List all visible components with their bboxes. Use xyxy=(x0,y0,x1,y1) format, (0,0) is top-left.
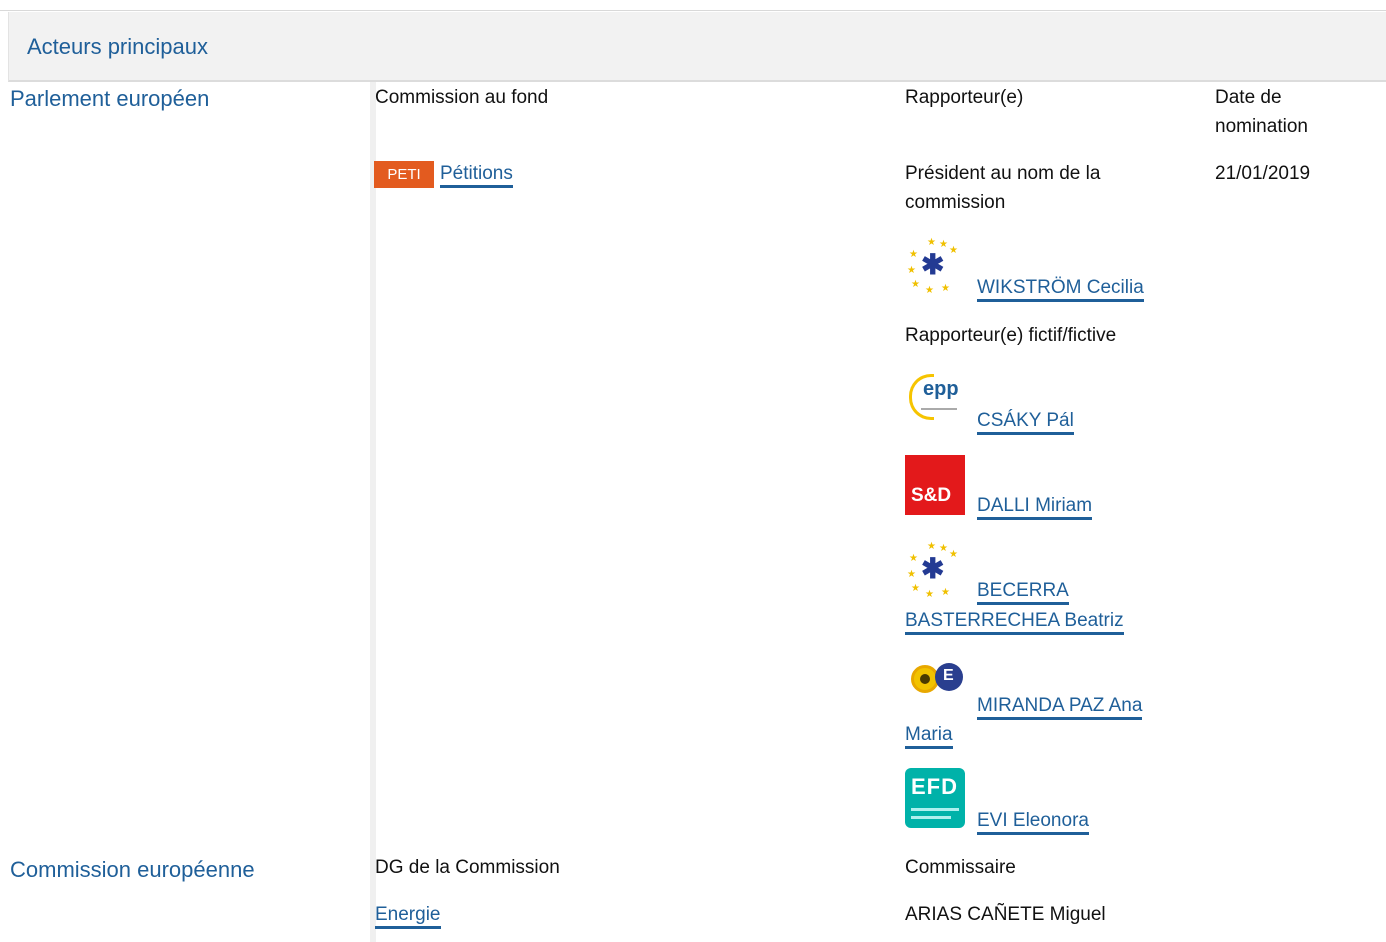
date-column-header: Date de nomination xyxy=(1215,87,1308,137)
shadow-rapporteur-link[interactable]: EVI Eleonora xyxy=(977,810,1089,835)
committee-link[interactable]: Pétitions xyxy=(440,163,513,188)
shadow-rapporteur-link[interactable]: CSÁKY Pál xyxy=(977,410,1074,435)
efdd-logo: EFD xyxy=(905,768,965,828)
shadow-rapporteur-link-cont[interactable]: BASTERRECHEA Beatriz xyxy=(905,610,1124,635)
top-divider xyxy=(0,10,1386,11)
commission-label: Commission européenne xyxy=(10,857,255,882)
dg-link[interactable]: Energie xyxy=(375,904,441,929)
commissioner-column-header: Commissaire xyxy=(905,857,1016,878)
committee-code-badge: PETI xyxy=(374,161,434,188)
s-and-d-logo: S&D xyxy=(905,455,965,515)
rapporteur-role: Président au nom de la commission xyxy=(905,163,1101,213)
section-header: Acteurs principaux xyxy=(8,12,1386,82)
rapporteur-link[interactable]: WIKSTRÖM Cecilia xyxy=(977,277,1144,302)
shadow-rapporteur-link[interactable]: DALLI Miriam xyxy=(977,495,1093,520)
epp-logo: epp xyxy=(905,368,965,428)
parliament-label: Parlement européen xyxy=(10,86,210,111)
left-column xyxy=(0,82,370,942)
renew-europe-logo: ★ ★ ★ ★ ★ ★ ★ ★ ✱ xyxy=(905,236,965,296)
dg-column-header: DG de la Commission xyxy=(375,857,560,878)
greens-efa-logo xyxy=(905,655,965,715)
shadow-rapporteur-link[interactable]: BECERRA xyxy=(977,580,1069,605)
section-title: Acteurs principaux xyxy=(27,34,208,59)
renew-europe-logo: ★ ★ ★ ★ ★ ★ ★ ★ ✱ xyxy=(905,540,965,600)
rapporteur-column-header: Rapporteur(e) xyxy=(905,87,1024,108)
shadow-rapporteur-link[interactable]: MIRANDA PAZ Ana xyxy=(977,695,1143,720)
key-players-panel: Acteurs principaux Parlement européen Co… xyxy=(0,0,1386,942)
shadow-rapporteur-header: Rapporteur(e) fictif/fictive xyxy=(905,325,1117,346)
appointment-date: 21/01/2019 xyxy=(1215,163,1311,184)
commissioner-name: ARIAS CAÑETE Miguel xyxy=(905,904,1106,925)
column-separator xyxy=(370,82,376,942)
shadow-rapporteur-link-cont[interactable]: Maria xyxy=(905,724,953,749)
committee-column-header: Commission au fond xyxy=(375,87,549,108)
